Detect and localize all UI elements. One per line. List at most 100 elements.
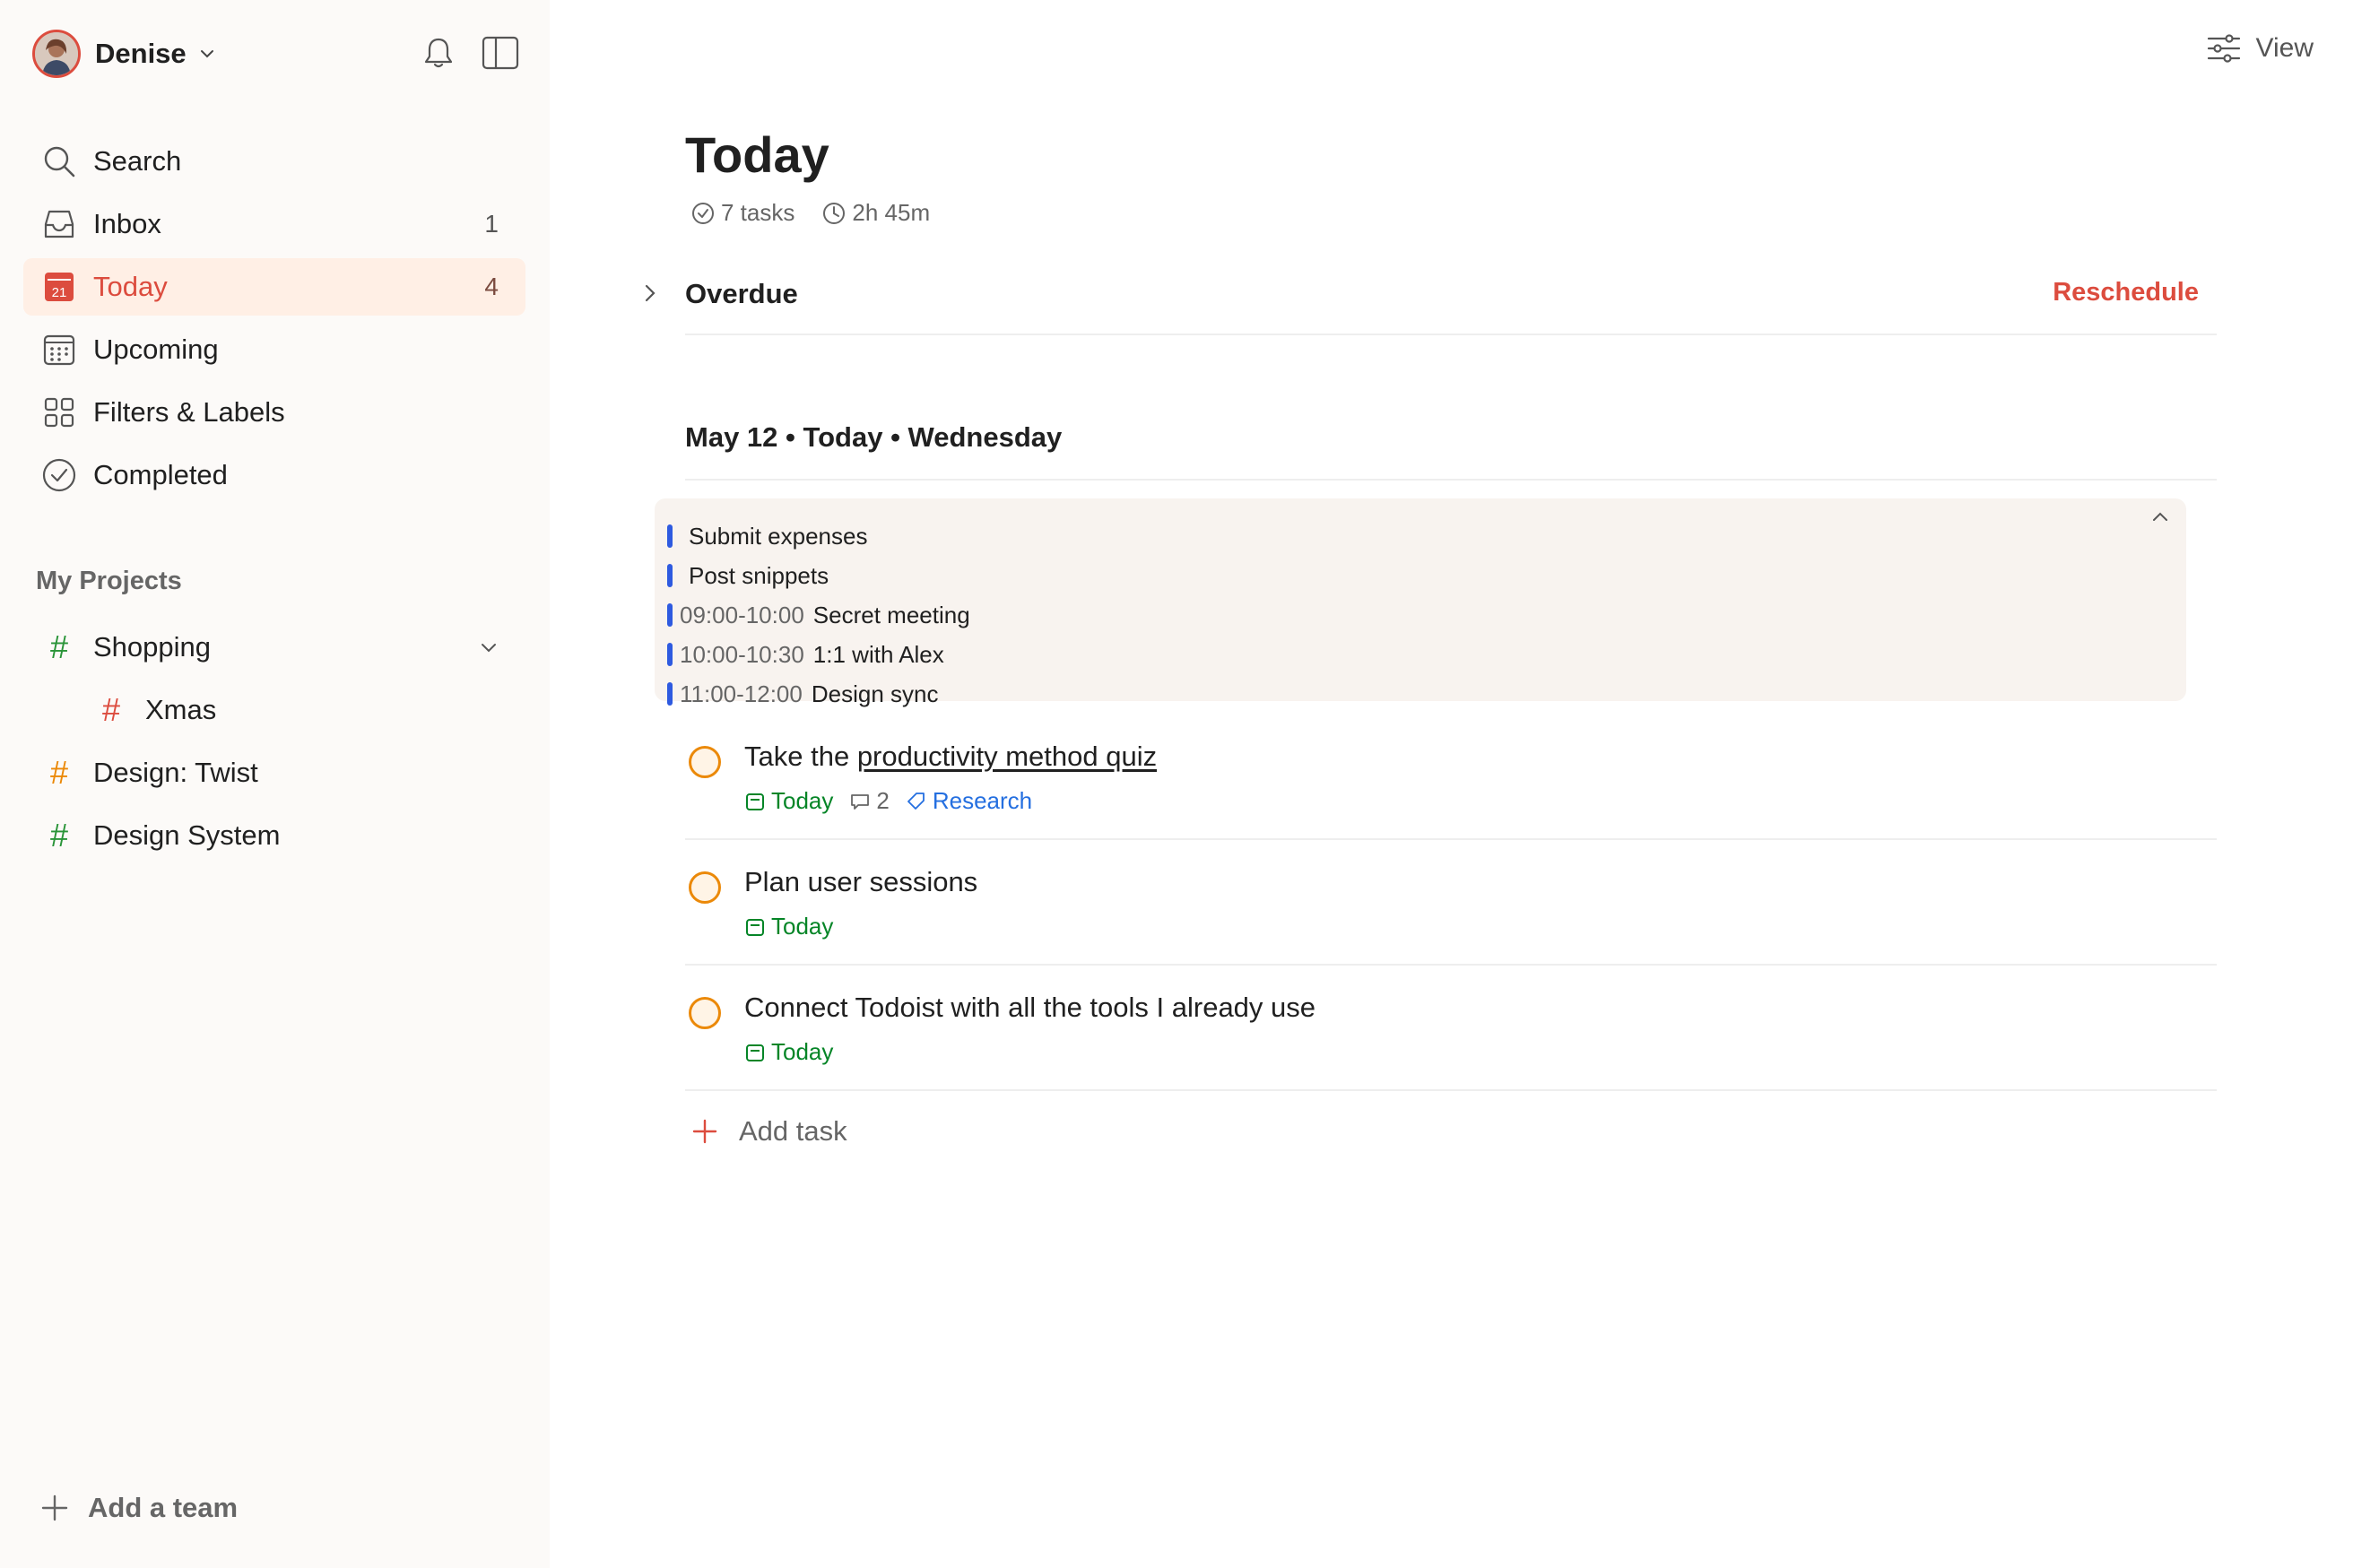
divider [685,1089,2217,1091]
chevron-up-icon[interactable] [2149,506,2172,529]
plus-icon [39,1493,70,1523]
sliders-icon [2206,32,2242,65]
view-button[interactable]: View [2206,32,2314,65]
sidebar-item-completed[interactable]: Completed [23,446,525,504]
project-label: Design System [93,819,281,851]
sidebar-toggle-icon[interactable] [481,34,520,72]
calendar-event[interactable]: 09:00-10:00 Secret meeting [667,597,970,633]
calendar-events-block: Submit expenses Post snippets 09:00-10:0… [655,498,2186,707]
task-title: Connect Todoist with all the tools I alr… [744,992,1316,1023]
page-title: Today [685,126,829,183]
task-meta: Today [744,913,849,940]
sidebar-item-label: Filters & Labels [93,396,285,428]
view-label: View [2255,33,2314,63]
sidebar-item-upcoming[interactable]: Upcoming [23,321,525,378]
event-color-bar [667,564,673,587]
hash-icon: # [49,754,69,791]
inbox-icon [39,204,79,244]
due-date-chip[interactable]: Today [744,913,833,940]
user-menu-button[interactable]: Denise [32,25,217,82]
sidebar-item-label: Upcoming [93,334,219,365]
project-label: Shopping [93,631,212,663]
due-date-chip[interactable]: Today [744,1038,833,1066]
task-title-link[interactable]: productivity method quiz [857,741,1157,772]
event-color-bar [667,603,673,627]
calendar-event[interactable]: 10:00-10:30 1:1 with Alex [667,637,944,672]
task-checkbox[interactable] [689,746,721,778]
sidebar-nav: Search Inbox 1 21 Today 4 Upcoming Filte… [23,133,525,509]
tag-icon [906,791,927,812]
add-task-button[interactable]: Add task [690,1115,847,1148]
divider [685,838,2217,840]
event-title: 1:1 with Alex [812,640,944,668]
check-circle-icon [690,201,716,226]
chevron-down-icon [197,44,217,64]
hash-icon: # [49,817,69,853]
bell-icon[interactable] [420,34,457,72]
sidebar-item-label: Completed [93,459,228,490]
task-checkbox[interactable] [689,871,721,904]
chevron-right-icon[interactable] [638,282,662,305]
divider [685,964,2217,966]
project-item-design-twist[interactable]: # Design: Twist [23,744,525,801]
plus-icon [690,1117,719,1146]
chevron-down-icon[interactable] [477,637,500,660]
task-item[interactable]: Connect Todoist with all the tools I alr… [685,992,2217,1078]
event-title: Design sync [811,680,939,707]
project-label: Xmas [145,694,217,725]
event-time: 10:00-10:30 [680,640,804,668]
clock-icon [821,201,847,226]
today-count: 4 [484,273,499,300]
sidebar-item-label: Inbox [93,208,161,239]
task-checkbox[interactable] [689,997,721,1029]
sidebar-item-label: Search [93,145,182,177]
comments-chip[interactable]: 2 [849,787,890,815]
check-circle-icon [39,455,79,495]
overdue-heading: Overdue [685,278,798,309]
label-name: Research [932,787,1033,814]
project-item-design-system[interactable]: # Design System [23,807,525,864]
event-time: 09:00-10:00 [680,601,804,628]
avatar [32,30,81,78]
add-team-label: Add a team [88,1492,239,1523]
sidebar-item-search[interactable]: Search [23,133,525,190]
event-color-bar [667,524,673,548]
my-projects-heading[interactable]: My Projects [36,567,182,596]
user-name: Denise [95,38,187,69]
event-color-bar [667,682,673,706]
task-count: 7 tasks [721,199,795,226]
task-item[interactable]: Take the productivity method quiz Today … [685,741,2217,827]
comment-icon [849,791,871,812]
label-chip-research[interactable]: Research [906,787,1032,815]
filters-grid-icon [39,393,79,432]
reschedule-button[interactable]: Reschedule [2053,278,2199,308]
hash-icon: # [101,691,121,728]
divider [685,479,2217,481]
calendar-event[interactable]: 11:00-12:00 Design sync [667,676,938,712]
calendar-event[interactable]: Submit expenses [667,518,867,554]
sidebar: Denise Search Inbox 1 21 Today 4 Upcomin… [0,0,550,1568]
sidebar-item-filters-labels[interactable]: Filters & Labels [23,384,525,441]
add-team-button[interactable]: Add a team [39,1492,238,1524]
inbox-count: 1 [484,210,499,238]
calendar-grid-icon [39,330,79,369]
hash-icon: # [49,628,69,665]
calendar-icon [744,1042,766,1063]
overdue-section: Overdue Reschedule [628,269,2217,337]
task-title-prefix: Take the [744,741,857,772]
event-color-bar [667,643,673,666]
project-item-xmas[interactable]: # Xmas [23,681,525,739]
search-icon [39,142,79,181]
project-item-shopping[interactable]: # Shopping [23,619,525,676]
project-label: Design: Twist [93,757,258,788]
today-icon-number: 21 [52,285,67,300]
sidebar-item-today[interactable]: 21 Today 4 [23,258,525,316]
task-item[interactable]: Plan user sessions Today [685,866,2217,952]
add-task-label: Add task [739,1115,847,1147]
due-date-chip[interactable]: Today [744,787,833,815]
sidebar-item-inbox[interactable]: Inbox 1 [23,195,525,253]
event-time: 11:00-12:00 [680,680,803,707]
calendar-event[interactable]: Post snippets [667,558,829,593]
calendar-icon [744,791,766,812]
due-date-label: Today [771,913,834,940]
